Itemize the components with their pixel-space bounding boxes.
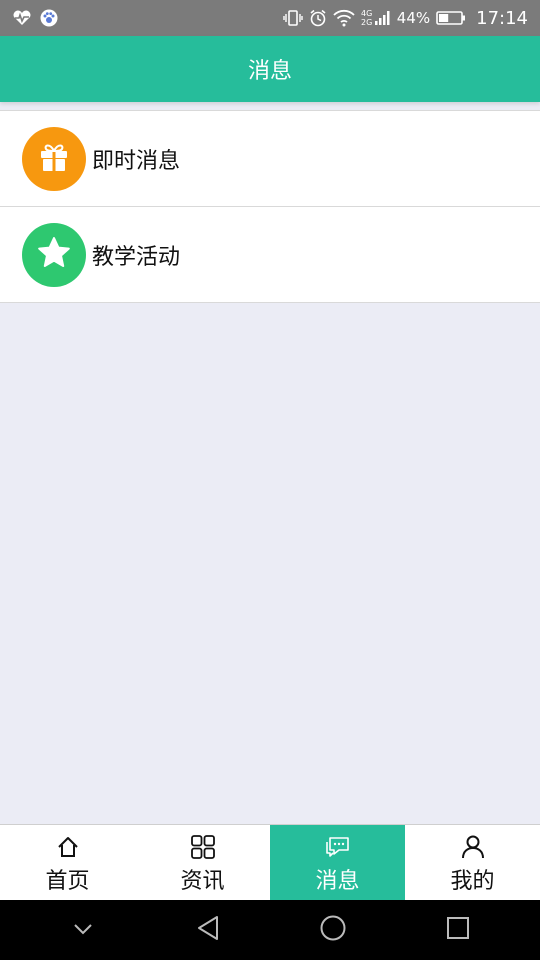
- home-circle-icon: [319, 914, 347, 946]
- health-heart-icon: [12, 10, 32, 26]
- home-icon: [56, 833, 80, 861]
- chat-icon: [325, 833, 351, 861]
- list-item-instant-message[interactable]: 即时消息: [0, 111, 540, 207]
- cellular-signal-icon: 4G 2G: [361, 8, 391, 28]
- back-triangle-icon: [196, 914, 220, 946]
- page-title: 消息: [247, 59, 292, 84]
- gift-icon: [37, 140, 71, 178]
- tab-label: 首页: [45, 869, 90, 894]
- header: 消息: [0, 36, 540, 102]
- tab-news[interactable]: 资讯: [135, 825, 270, 900]
- battery-icon: [436, 10, 466, 26]
- tab-home[interactable]: 首页: [0, 825, 135, 900]
- paw-app-icon: [40, 9, 58, 27]
- alarm-icon: [309, 9, 327, 27]
- tab-label: 我的: [450, 869, 495, 894]
- instant-message-icon-circle: [22, 126, 86, 191]
- recents-button[interactable]: [428, 910, 488, 950]
- tab-label: 资讯: [180, 869, 225, 894]
- vibrate-icon: [283, 9, 303, 27]
- status-bar: 4G 2G 44% 17:14: [0, 0, 540, 36]
- star-icon: [36, 235, 72, 275]
- network-top-text: 4G: [361, 9, 372, 18]
- battery-fill: [439, 14, 449, 22]
- list-item-teaching-activity[interactable]: 教学活动: [0, 207, 540, 303]
- status-right: 4G 2G 44% 17:14: [283, 8, 528, 29]
- message-list: 即时消息 教学活动: [0, 110, 540, 303]
- grid-icon: [190, 833, 216, 861]
- list-item-label: 教学活动: [92, 244, 181, 270]
- teaching-activity-icon-circle: [22, 222, 86, 287]
- tab-profile[interactable]: 我的: [405, 825, 540, 900]
- tab-label: 消息: [315, 869, 360, 894]
- chevron-down-icon: [72, 921, 94, 940]
- recents-square-icon: [445, 915, 471, 945]
- hide-keyboard-button[interactable]: [53, 910, 113, 950]
- system-nav-bar: [0, 900, 540, 960]
- wifi-icon: [333, 9, 355, 27]
- home-nav-button[interactable]: [303, 910, 363, 950]
- bottom-tab-bar: 首页 资讯 消息 我的: [0, 824, 540, 900]
- back-button[interactable]: [178, 910, 238, 950]
- tab-messages[interactable]: 消息: [270, 825, 405, 900]
- list-item-label: 即时消息: [92, 148, 181, 174]
- status-left: [12, 9, 58, 27]
- network-bottom-text: 2G: [361, 18, 372, 27]
- status-time: 17:14: [476, 7, 528, 29]
- person-icon: [461, 833, 485, 861]
- battery-percent: 44%: [396, 9, 431, 27]
